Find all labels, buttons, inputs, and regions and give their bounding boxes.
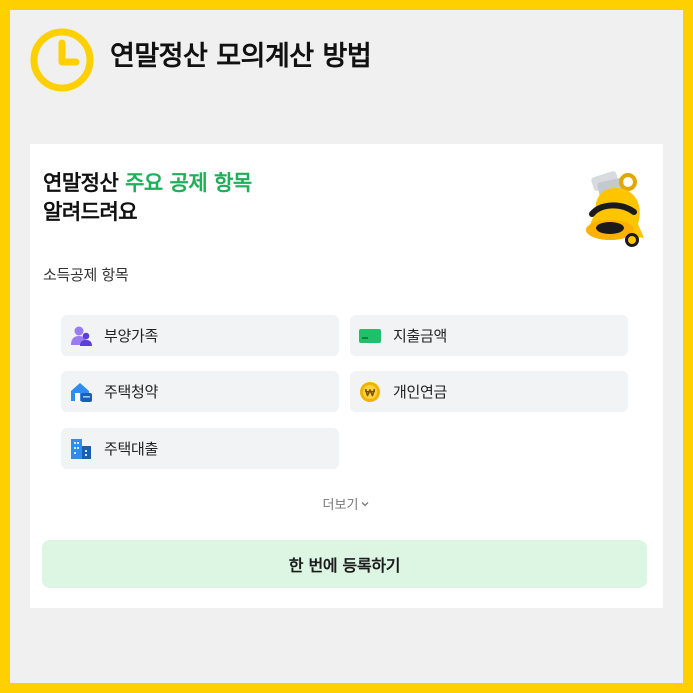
- chevron-down-icon: [361, 501, 369, 506]
- card-icon: [359, 328, 381, 343]
- section-label-income-deduction: 소득공제 항목: [43, 266, 129, 284]
- item-label: 부양가족: [104, 327, 159, 345]
- item-housing-loan[interactable]: 주택대출: [61, 428, 339, 469]
- won-coin-icon: [360, 381, 380, 402]
- item-spending-amount[interactable]: 지출금액: [350, 315, 628, 356]
- card-heading-line2: 알려드려요: [43, 200, 138, 224]
- item-housing-subscription[interactable]: 주택청약: [61, 371, 339, 412]
- house-icon: [71, 382, 92, 402]
- more-toggle: 더보기: [30, 494, 663, 513]
- family-icon: [71, 326, 92, 346]
- item-dependents[interactable]: 부양가족: [61, 315, 339, 356]
- register-all-button[interactable]: 한 번에 등록하기: [42, 540, 647, 588]
- item-label: 주택대출: [104, 440, 159, 458]
- page-frame: 연말정산 모의계산 방법 연말정산 주요 공제 항목 알려드려요 소득공제 항목: [10, 10, 683, 683]
- bell-icon: [586, 171, 644, 247]
- deduction-card: 연말정산 주요 공제 항목 알려드려요 소득공제 항목 부양가족 지출금액 주택…: [30, 144, 663, 608]
- card-heading: 연말정산 주요 공제 항목 알려드려요: [43, 169, 252, 227]
- item-label: 개인연금: [393, 383, 448, 401]
- page-title: 연말정산 모의계산 방법: [110, 41, 372, 72]
- item-personal-pension[interactable]: 개인연금: [350, 371, 628, 412]
- item-label: 지출금액: [393, 327, 448, 345]
- more-button[interactable]: 더보기: [323, 494, 371, 513]
- item-label: 주택청약: [104, 383, 159, 401]
- more-label: 더보기: [322, 498, 359, 513]
- building-icon: [71, 438, 91, 459]
- clock-icon: [30, 28, 94, 92]
- card-heading-accent: 주요 공제 항목: [125, 171, 252, 195]
- card-heading-text: 연말정산: [43, 171, 126, 195]
